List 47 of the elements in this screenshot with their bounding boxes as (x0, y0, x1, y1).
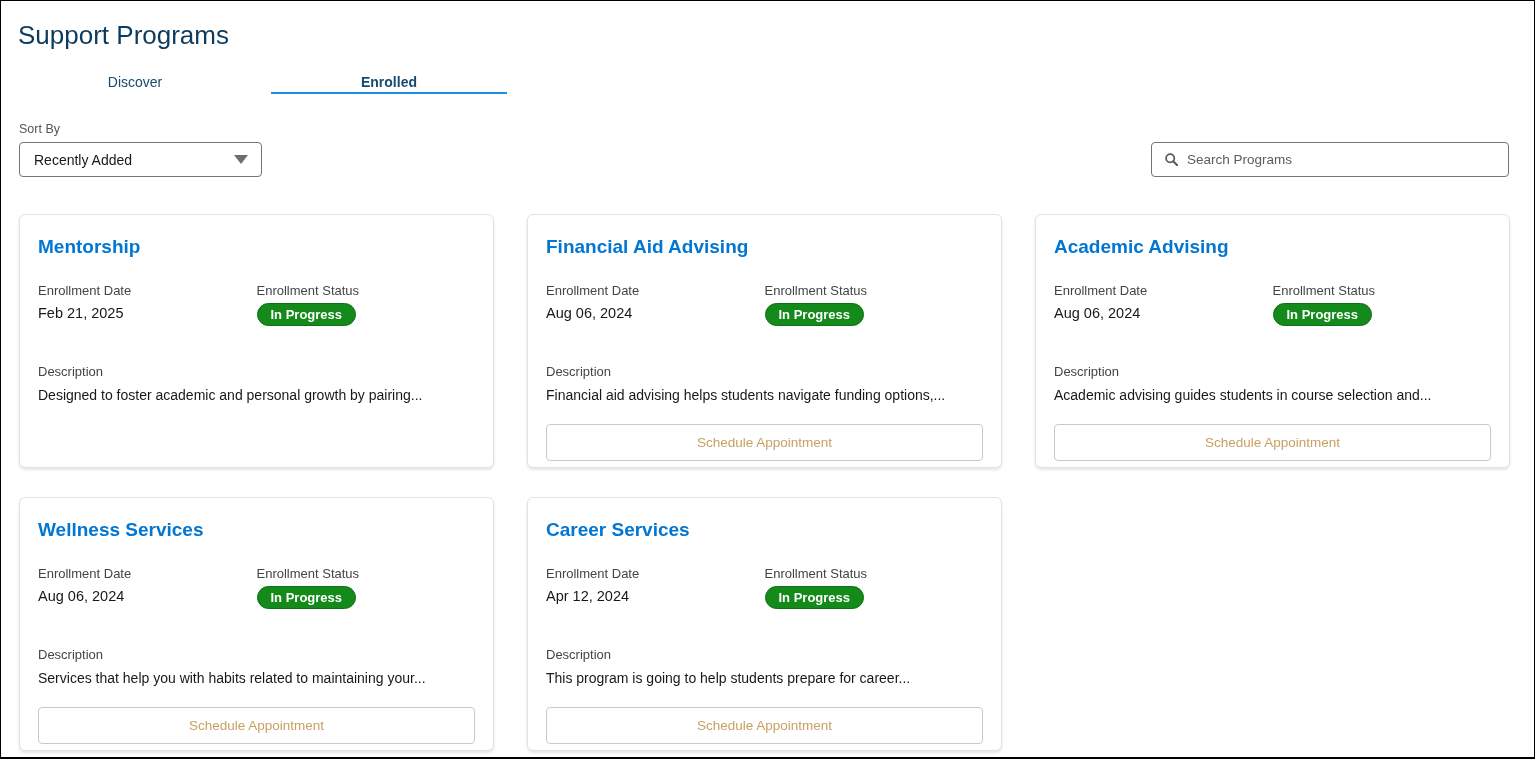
status-badge: In Progress (764, 586, 865, 609)
program-title-link[interactable]: Financial Aid Advising (546, 232, 749, 262)
sort-label: Sort By (19, 121, 60, 137)
description-text: Financial aid advising helps students navigate funding options,... (546, 386, 946, 405)
enrollment-date: Aug 06, 2024 (1054, 304, 1141, 323)
status-badge: In Progress (256, 303, 357, 326)
field-label: Enrollment Status (256, 282, 360, 300)
field-label: Description (546, 363, 612, 381)
field-label: Enrollment Status (764, 565, 868, 583)
description-text: Services that help you with habits related to maintaining your... (38, 669, 426, 688)
program-title-link[interactable]: Career Services (546, 515, 690, 545)
description-text: This program is going to help students prepare for career... (546, 669, 911, 688)
enrollment-date: Aug 06, 2024 (546, 304, 633, 323)
schedule-appointment-button[interactable]: Schedule Appointment (546, 707, 983, 744)
field-label: Description (38, 646, 104, 664)
caret-down-icon (234, 155, 248, 164)
program-title-link[interactable]: Academic Advising (1054, 232, 1229, 262)
field-label: Enrollment Date (546, 282, 640, 300)
schedule-appointment-button[interactable]: Schedule Appointment (1054, 424, 1491, 461)
search-icon (1165, 153, 1178, 166)
description-text: Designed to foster academic and personal growth by pairing... (38, 386, 423, 405)
field-label: Enrollment Status (764, 282, 868, 300)
sort-dropdown[interactable]: Recently Added (19, 142, 262, 177)
field-label: Enrollment Date (1054, 282, 1148, 300)
tab[interactable]: Enrolled (271, 71, 507, 94)
field-label: Enrollment Date (546, 565, 640, 583)
status-badge: In Progress (764, 303, 865, 326)
status-badge: In Progress (256, 586, 357, 609)
field-label: Description (546, 646, 612, 664)
enrollment-date: Aug 06, 2024 (38, 587, 125, 606)
field-label: Description (38, 363, 104, 381)
field-label: Enrollment Date (38, 565, 132, 583)
field-label: Enrollment Status (1272, 282, 1376, 300)
enrollment-date: Feb 21, 2025 (38, 304, 124, 323)
field-label: Enrollment Date (38, 282, 132, 300)
field-label: Enrollment Status (256, 565, 360, 583)
search-field[interactable]: Search Programs (1151, 142, 1509, 177)
description-text: Academic advising guides students in course selection and... (1054, 386, 1432, 405)
schedule-appointment-button[interactable]: Schedule Appointment (38, 707, 475, 744)
program-title-link[interactable]: Wellness Services (38, 515, 204, 545)
status-badge: In Progress (1272, 303, 1373, 326)
program-title-link[interactable]: Mentorship (38, 232, 141, 262)
enrollment-date: Apr 12, 2024 (546, 587, 630, 606)
schedule-appointment-button[interactable]: Schedule Appointment (546, 424, 983, 461)
page-title: Support Programs (18, 19, 229, 51)
field-label: Description (1054, 363, 1120, 381)
tab[interactable]: Discover (17, 71, 253, 94)
